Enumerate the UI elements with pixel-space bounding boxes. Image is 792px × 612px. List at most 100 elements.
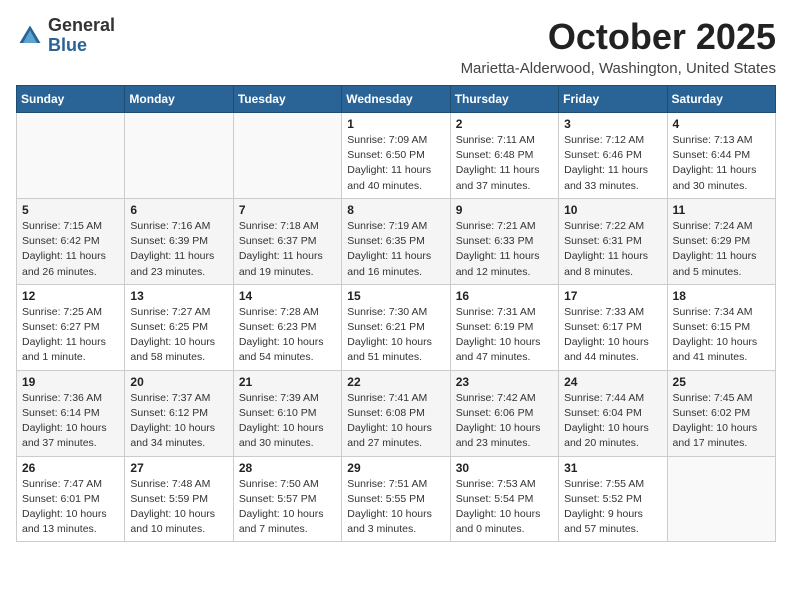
calendar-week-3: 12Sunrise: 7:25 AMSunset: 6:27 PMDayligh… bbox=[17, 284, 776, 370]
calendar-cell: 5Sunrise: 7:15 AMSunset: 6:42 PMDaylight… bbox=[17, 198, 125, 284]
day-number: 22 bbox=[347, 375, 444, 389]
calendar-header: SundayMondayTuesdayWednesdayThursdayFrid… bbox=[17, 86, 776, 113]
calendar-week-4: 19 Sunrise: 7:36 AMSunset: 6:14 PMDayligh… bbox=[17, 370, 776, 456]
calendar-body: 1 Sunrise: 7:09 AMSunset: 6:50 PMDaylight… bbox=[17, 113, 776, 542]
day-number: 3 bbox=[564, 117, 661, 131]
day-number: 15 bbox=[347, 289, 444, 303]
calendar-cell bbox=[667, 456, 775, 542]
calendar-cell: 18 Sunrise: 7:34 AMSunset: 6:15 PMDayligh… bbox=[667, 284, 775, 370]
calendar-cell: 12Sunrise: 7:25 AMSunset: 6:27 PMDayligh… bbox=[17, 284, 125, 370]
calendar-cell bbox=[17, 113, 125, 199]
calendar-cell: 3 Sunrise: 7:12 AMSunset: 6:46 PMDaylight… bbox=[559, 113, 667, 199]
day-info: Sunrise: 7:42 AMSunset: 6:06 PMDaylight:… bbox=[456, 391, 553, 452]
calendar-cell: 4 Sunrise: 7:13 AMSunset: 6:44 PMDaylight… bbox=[667, 113, 775, 199]
calendar-cell: 28Sunrise: 7:50 AMSunset: 5:57 PMDayligh… bbox=[233, 456, 341, 542]
day-info: Sunrise: 7:16 AMSunset: 6:39 PMDaylight:… bbox=[130, 219, 227, 280]
day-info: Sunrise: 7:44 AMSunset: 6:04 PMDaylight:… bbox=[564, 391, 661, 452]
day-number: 6 bbox=[130, 203, 227, 217]
calendar-table: SundayMondayTuesdayWednesdayThursdayFrid… bbox=[16, 85, 776, 542]
day-info: Sunrise: 7:45 AMSunset: 6:02 PMDaylight:… bbox=[673, 391, 770, 452]
calendar-cell: 15 Sunrise: 7:30 AMSunset: 6:21 PMDayligh… bbox=[342, 284, 450, 370]
weekday-thursday: Thursday bbox=[450, 86, 558, 113]
calendar-week-1: 1 Sunrise: 7:09 AMSunset: 6:50 PMDaylight… bbox=[17, 113, 776, 199]
day-info: Sunrise: 7:55 AMSunset: 5:52 PMDaylight:… bbox=[564, 477, 661, 538]
day-info: Sunrise: 7:25 AMSunset: 6:27 PMDaylight:… bbox=[22, 305, 119, 366]
day-info: Sunrise: 7:21 AMSunset: 6:33 PMDaylight:… bbox=[456, 219, 553, 280]
day-info: Sunrise: 7:37 AMSunset: 6:12 PMDaylight:… bbox=[130, 391, 227, 452]
day-info: Sunrise: 7:15 AMSunset: 6:42 PMDaylight:… bbox=[22, 219, 119, 280]
weekday-saturday: Saturday bbox=[667, 86, 775, 113]
calendar-cell: 8 Sunrise: 7:19 AMSunset: 6:35 PMDaylight… bbox=[342, 198, 450, 284]
day-info: Sunrise: 7:13 AMSunset: 6:44 PMDaylight:… bbox=[673, 133, 770, 194]
calendar-cell: 19 Sunrise: 7:36 AMSunset: 6:14 PMDayligh… bbox=[17, 370, 125, 456]
day-info: Sunrise: 7:24 AMSunset: 6:29 PMDaylight:… bbox=[673, 219, 770, 280]
day-info: Sunrise: 7:12 AMSunset: 6:46 PMDaylight:… bbox=[564, 133, 661, 194]
calendar-cell: 10 Sunrise: 7:22 AMSunset: 6:31 PMDayligh… bbox=[559, 198, 667, 284]
day-number: 25 bbox=[673, 375, 770, 389]
location-title: Marietta-Alderwood, Washington, United S… bbox=[461, 60, 776, 77]
day-info: Sunrise: 7:31 AMSunset: 6:19 PMDaylight:… bbox=[456, 305, 553, 366]
weekday-friday: Friday bbox=[559, 86, 667, 113]
day-info: Sunrise: 7:33 AMSunset: 6:17 PMDaylight:… bbox=[564, 305, 661, 366]
weekday-sunday: Sunday bbox=[17, 86, 125, 113]
calendar-cell: 24 Sunrise: 7:44 AMSunset: 6:04 PMDayligh… bbox=[559, 370, 667, 456]
day-info: Sunrise: 7:53 AMSunset: 5:54 PMDaylight:… bbox=[456, 477, 553, 538]
weekday-wednesday: Wednesday bbox=[342, 86, 450, 113]
day-number: 1 bbox=[347, 117, 444, 131]
day-number: 26 bbox=[22, 461, 119, 475]
day-info: Sunrise: 7:22 AMSunset: 6:31 PMDaylight:… bbox=[564, 219, 661, 280]
calendar-cell: 16 Sunrise: 7:31 AMSunset: 6:19 PMDayligh… bbox=[450, 284, 558, 370]
calendar-cell: 23 Sunrise: 7:42 AMSunset: 6:06 PMDayligh… bbox=[450, 370, 558, 456]
day-number: 7 bbox=[239, 203, 336, 217]
day-number: 16 bbox=[456, 289, 553, 303]
day-number: 27 bbox=[130, 461, 227, 475]
day-number: 10 bbox=[564, 203, 661, 217]
day-number: 4 bbox=[673, 117, 770, 131]
calendar-cell: 30 Sunrise: 7:53 AMSunset: 5:54 PMDayligh… bbox=[450, 456, 558, 542]
day-number: 19 bbox=[22, 375, 119, 389]
calendar-cell: 1 Sunrise: 7:09 AMSunset: 6:50 PMDaylight… bbox=[342, 113, 450, 199]
day-info: Sunrise: 7:28 AMSunset: 6:23 PMDaylight:… bbox=[239, 305, 336, 366]
day-number: 31 bbox=[564, 461, 661, 475]
calendar-cell: 17 Sunrise: 7:33 AMSunset: 6:17 PMDayligh… bbox=[559, 284, 667, 370]
day-info: Sunrise: 7:36 AMSunset: 6:14 PMDaylight:… bbox=[22, 391, 119, 452]
calendar-cell: 29 Sunrise: 7:51 AMSunset: 5:55 PMDayligh… bbox=[342, 456, 450, 542]
calendar-cell bbox=[125, 113, 233, 199]
day-info: Sunrise: 7:34 AMSunset: 6:15 PMDaylight:… bbox=[673, 305, 770, 366]
calendar-cell: 26 Sunrise: 7:47 AMSunset: 6:01 PMDayligh… bbox=[17, 456, 125, 542]
logo-text: General Blue bbox=[48, 16, 115, 56]
day-number: 13 bbox=[130, 289, 227, 303]
day-info: Sunrise: 7:48 AMSunset: 5:59 PMDaylight:… bbox=[130, 477, 227, 538]
calendar-cell: 31 Sunrise: 7:55 AMSunset: 5:52 PMDayligh… bbox=[559, 456, 667, 542]
calendar-cell: 11Sunrise: 7:24 AMSunset: 6:29 PMDayligh… bbox=[667, 198, 775, 284]
day-info: Sunrise: 7:51 AMSunset: 5:55 PMDaylight:… bbox=[347, 477, 444, 538]
day-number: 9 bbox=[456, 203, 553, 217]
day-number: 20 bbox=[130, 375, 227, 389]
day-number: 2 bbox=[456, 117, 553, 131]
day-info: Sunrise: 7:19 AMSunset: 6:35 PMDaylight:… bbox=[347, 219, 444, 280]
calendar-week-5: 26 Sunrise: 7:47 AMSunset: 6:01 PMDayligh… bbox=[17, 456, 776, 542]
calendar-cell: 21Sunrise: 7:39 AMSunset: 6:10 PMDayligh… bbox=[233, 370, 341, 456]
logo: General Blue bbox=[16, 16, 115, 56]
day-info: Sunrise: 7:09 AMSunset: 6:50 PMDaylight:… bbox=[347, 133, 444, 194]
day-number: 8 bbox=[347, 203, 444, 217]
day-number: 24 bbox=[564, 375, 661, 389]
day-info: Sunrise: 7:18 AMSunset: 6:37 PMDaylight:… bbox=[239, 219, 336, 280]
calendar-cell: 25 Sunrise: 7:45 AMSunset: 6:02 PMDayligh… bbox=[667, 370, 775, 456]
calendar-week-2: 5Sunrise: 7:15 AMSunset: 6:42 PMDaylight… bbox=[17, 198, 776, 284]
day-number: 17 bbox=[564, 289, 661, 303]
calendar-cell: 6 Sunrise: 7:16 AMSunset: 6:39 PMDaylight… bbox=[125, 198, 233, 284]
day-info: Sunrise: 7:30 AMSunset: 6:21 PMDaylight:… bbox=[347, 305, 444, 366]
day-number: 29 bbox=[347, 461, 444, 475]
day-info: Sunrise: 7:27 AMSunset: 6:25 PMDaylight:… bbox=[130, 305, 227, 366]
day-info: Sunrise: 7:47 AMSunset: 6:01 PMDaylight:… bbox=[22, 477, 119, 538]
day-info: Sunrise: 7:41 AMSunset: 6:08 PMDaylight:… bbox=[347, 391, 444, 452]
day-number: 28 bbox=[239, 461, 336, 475]
day-info: Sunrise: 7:39 AMSunset: 6:10 PMDaylight:… bbox=[239, 391, 336, 452]
day-number: 30 bbox=[456, 461, 553, 475]
calendar-cell: 13 Sunrise: 7:27 AMSunset: 6:25 PMDayligh… bbox=[125, 284, 233, 370]
day-number: 18 bbox=[673, 289, 770, 303]
calendar-cell: 14Sunrise: 7:28 AMSunset: 6:23 PMDayligh… bbox=[233, 284, 341, 370]
day-number: 23 bbox=[456, 375, 553, 389]
page-header: General Blue October 2025 Marietta-Alder… bbox=[16, 16, 776, 77]
